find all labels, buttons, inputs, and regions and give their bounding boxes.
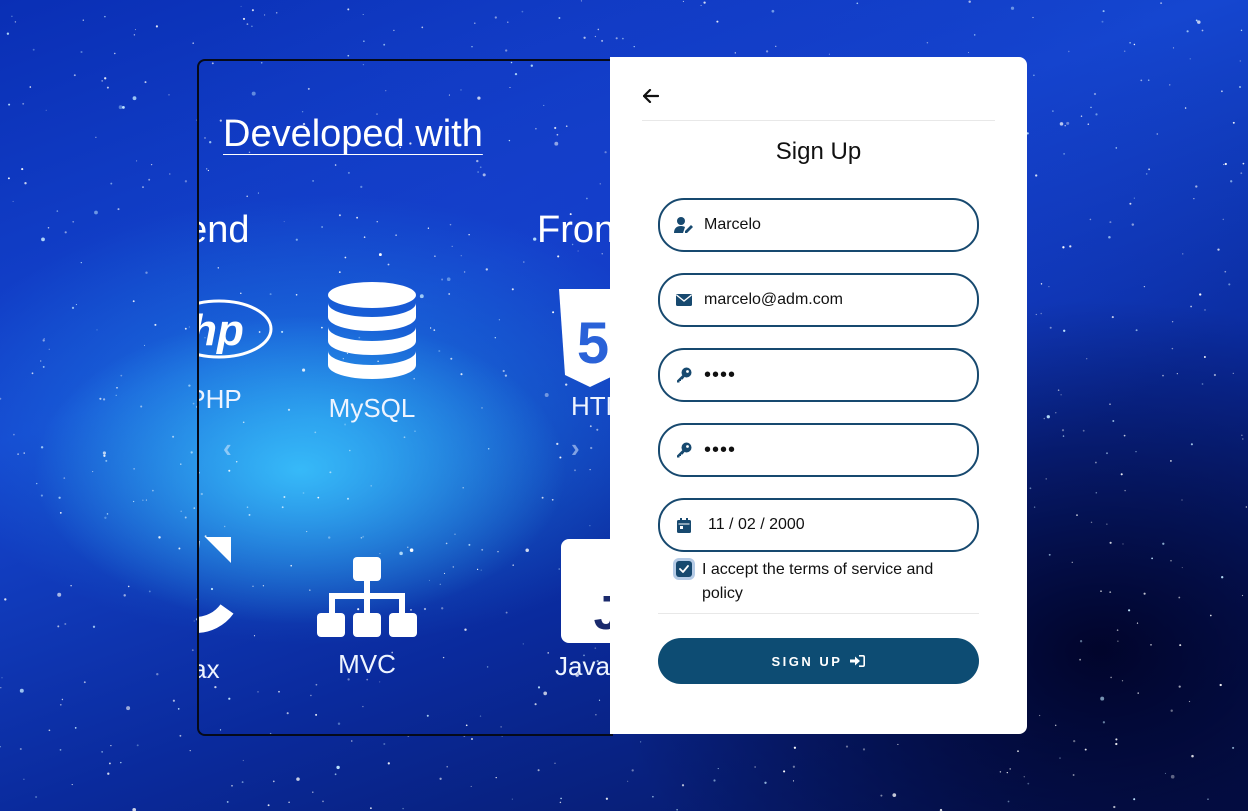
confirm-password-input[interactable] bbox=[702, 437, 966, 463]
key-icon bbox=[674, 365, 694, 385]
tech-label-mysql: MySQL bbox=[328, 393, 416, 423]
birthdate-input[interactable] bbox=[706, 515, 970, 535]
javascript-icon: J bbox=[561, 539, 613, 643]
tech-label-javascript: JavaScript bbox=[555, 651, 613, 681]
user-edit-icon bbox=[674, 215, 694, 235]
back-button[interactable] bbox=[640, 85, 662, 107]
tech-showcase-panel: Developed with Back-end Front-end hp PHP… bbox=[197, 59, 613, 736]
form-divider bbox=[658, 613, 979, 614]
key-icon bbox=[674, 440, 694, 460]
name-field[interactable] bbox=[658, 198, 979, 252]
confirm-password-field[interactable] bbox=[658, 423, 979, 477]
tech-label-mvc: MVC bbox=[338, 649, 396, 679]
password-input[interactable] bbox=[702, 362, 966, 388]
signup-button-label: SIGN UP bbox=[771, 653, 843, 669]
signup-button[interactable]: SIGN UP bbox=[658, 638, 979, 684]
terms-label: I accept the terms of service and policy bbox=[702, 561, 934, 602]
check-icon bbox=[679, 565, 689, 573]
backend-heading: Back-end bbox=[199, 209, 250, 251]
password-field[interactable] bbox=[658, 348, 979, 402]
name-input[interactable] bbox=[702, 215, 966, 235]
email-input[interactable] bbox=[702, 290, 966, 310]
ajax-icon bbox=[199, 537, 234, 633]
form-title: Sign Up bbox=[775, 138, 862, 165]
php-logo-icon: hp bbox=[197, 299, 273, 359]
tech-javascript: J JavaScript bbox=[555, 537, 613, 682]
signup-card: Sign Up Marcelo marcelo@adm.com •••• •••… bbox=[610, 57, 1027, 734]
tech-label-php: PHP bbox=[199, 384, 242, 414]
terms-row: I accept the terms of service and policy bbox=[676, 558, 952, 606]
tech-mysql: MySQL bbox=[317, 281, 427, 424]
sitemap-icon bbox=[317, 557, 417, 637]
showcase-title: Developed with bbox=[223, 113, 483, 155]
svg-text:hp: hp bbox=[197, 306, 244, 355]
svg-text:5: 5 bbox=[577, 311, 609, 376]
tech-label-html5: HTML5 bbox=[571, 391, 613, 421]
birthdate-field[interactable] bbox=[658, 498, 979, 552]
header-divider bbox=[642, 120, 995, 121]
carousel-prev-button[interactable]: ‹ bbox=[223, 433, 232, 464]
terms-checkbox[interactable] bbox=[676, 561, 692, 577]
database-icon bbox=[328, 282, 416, 379]
tech-html5: 5 HTML5 bbox=[549, 287, 613, 422]
email-field[interactable] bbox=[658, 273, 979, 327]
tech-label-ajax: Ajax bbox=[199, 654, 220, 684]
arrow-left-icon bbox=[643, 89, 659, 103]
carousel-next-button[interactable]: › bbox=[571, 433, 580, 464]
frontend-heading: Front-end bbox=[537, 209, 613, 251]
tech-mvc: MVC bbox=[315, 557, 419, 680]
envelope-icon bbox=[674, 290, 694, 310]
html5-icon: 5 bbox=[559, 289, 613, 387]
tech-ajax: Ajax bbox=[199, 537, 259, 685]
tech-php: hp PHP bbox=[197, 293, 279, 415]
calendar-icon bbox=[674, 515, 694, 535]
sign-in-icon bbox=[850, 655, 866, 667]
